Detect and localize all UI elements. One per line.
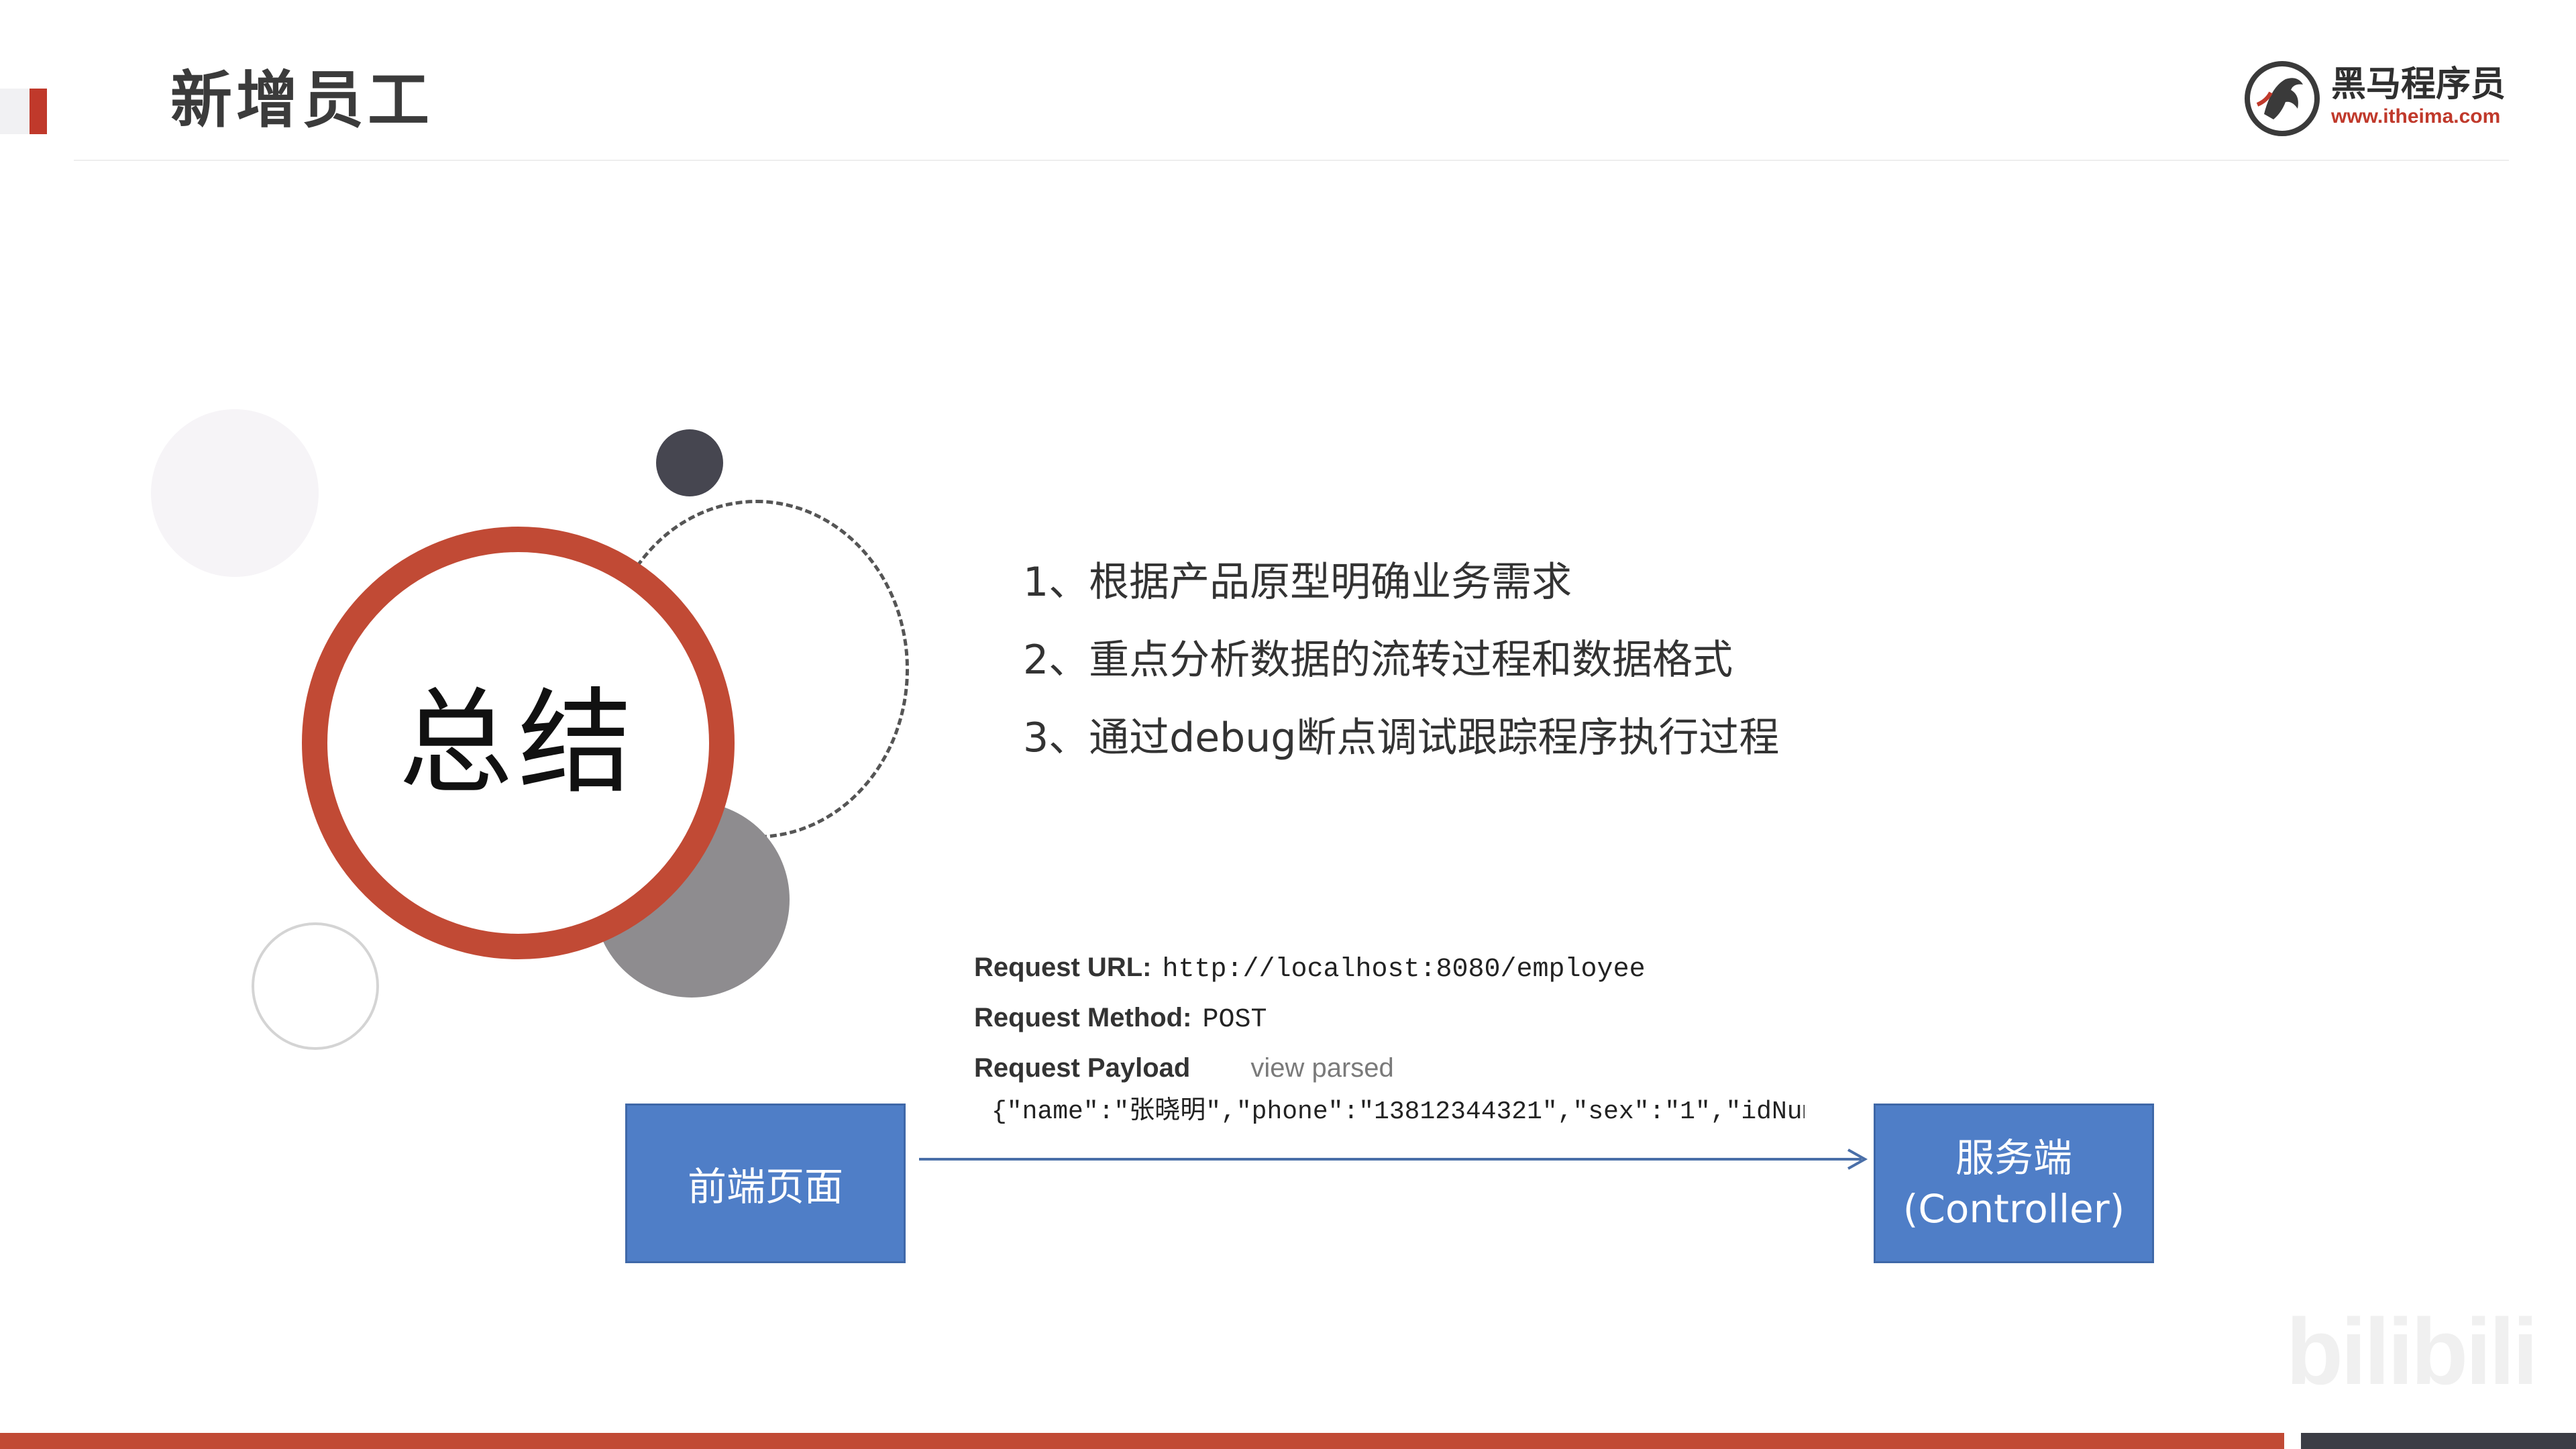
request-method-label: Request Method: [974, 1003, 1192, 1032]
brand-name: 黑马程序员 [2331, 64, 2506, 105]
flow-arrow [919, 1148, 1868, 1170]
page-title: 新增员工 [170, 64, 434, 136]
horse-logo-icon [2245, 61, 2320, 136]
title-accent-bar [0, 89, 30, 134]
view-parsed-link[interactable]: view parsed [1250, 1053, 1393, 1083]
request-url-value: http://localhost:8080/employee [1162, 955, 1646, 985]
summary-points: 1、根据产品原型明确业务需求 2、重点分析数据的流转过程和数据格式 3、通过de… [1023, 543, 1779, 777]
request-payload-value: {"name":"张晓明","phone":"13812344321","sex… [991, 1097, 1805, 1126]
bilibili-watermark: bilibili [2286, 1299, 2538, 1404]
title-red-marker [30, 89, 47, 134]
request-payload-label: Request Payload [974, 1053, 1191, 1083]
request-payload-row: Request Payload view parsed [974, 1043, 1646, 1093]
point-item: 1、根据产品原型明确业务需求 [1023, 559, 1572, 606]
request-url-row: Request URL: http://localhost:8080/employ… [974, 943, 1646, 993]
request-method-value: POST [1202, 1005, 1267, 1035]
summary-label: 总结 [398, 676, 638, 810]
decor-circle-dark [656, 429, 723, 496]
controller-label: (Controller) [1902, 1186, 2125, 1232]
server-label: 服务端 [1955, 1135, 2072, 1181]
request-url-label: Request URL: [974, 953, 1152, 982]
brand-url: www.itheima.com [2331, 105, 2501, 127]
point-item: 3、通过debug断点调试跟踪程序执行过程 [1023, 714, 1780, 761]
request-method-row: Request Method: POST [974, 993, 1646, 1043]
footer-bar-dark [2301, 1433, 2576, 1449]
frontend-page-label: 前端页面 [687, 1164, 843, 1210]
brand-logo: 黑马程序员 www.itheima.com [2244, 60, 2512, 138]
slide: 新增员工 黑马程序员 www.itheima.com 总结 1、根据产品原型明确… [0, 0, 2576, 1449]
summary-ring: 总结 [302, 527, 735, 959]
decor-circle-pale [151, 409, 319, 577]
decor-circle-outline [252, 922, 379, 1050]
frontend-page-box: 前端页面 [625, 1104, 906, 1263]
footer-bar-red [0, 1433, 2284, 1449]
header-divider [74, 160, 2509, 161]
request-details: Request URL: http://localhost:8080/employ… [974, 943, 1646, 1093]
server-controller-box: 服务端 (Controller) [1874, 1104, 2154, 1263]
point-item: 2、重点分析数据的流转过程和数据格式 [1023, 637, 1733, 684]
